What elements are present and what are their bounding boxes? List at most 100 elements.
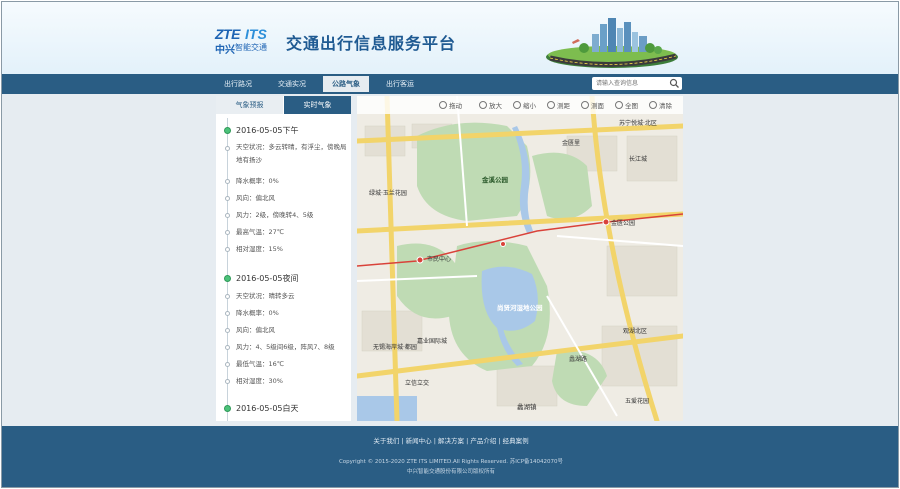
relative-humidity: 相对湿度：30% (236, 377, 283, 385)
map-label: 金匮公园 (611, 220, 636, 227)
map-label: 蠡湖镇 (517, 403, 537, 411)
wind-direction: 风向：偏北风 (236, 194, 275, 202)
timeline-marker (225, 345, 230, 350)
timeline-marker (225, 247, 230, 252)
wind-direction: 风向：偏北风 (236, 326, 275, 334)
wind-force: 风力：4、5级间6级，阵风7、8级 (236, 343, 335, 351)
forecast-date: 2016-05-05夜间 (236, 274, 299, 283)
ruler-icon (547, 101, 555, 109)
zoom-in-icon (479, 101, 487, 109)
timeline-dot (224, 127, 231, 134)
timeline-marker (225, 362, 230, 367)
timeline-marker (225, 196, 230, 201)
tool-zoom-in[interactable]: 放大 (479, 100, 502, 110)
zoom-out-icon (513, 101, 521, 109)
map-toolbar: 拖动 放大 缩小 测距 测面 全图 清除 (357, 96, 683, 114)
weather-panel: 气象预报 实时气象 2016-05-05下午 天空状况：多云转晴，有浮尘，傍晚局… (216, 96, 351, 421)
map-label: 金匮里 (562, 140, 581, 147)
tab-realtime-weather[interactable]: 实时气象 (284, 96, 351, 114)
tool-measure-area[interactable]: 测面 (581, 100, 604, 110)
copyright-text: Copyright © 2015-2020 ZTE ITS LIMITED.Al… (338, 459, 564, 465)
footer-links: 关于我们 | 新闻中心 | 解决方案 | 产品介绍 | 经典案例 (2, 435, 898, 445)
map-label: 嘉业国际城 (417, 338, 448, 345)
precipitation: 降水概率：0% (236, 309, 279, 317)
tool-clear-label: 清除 (659, 102, 672, 110)
relative-humidity: 相对湿度：15% (236, 245, 283, 253)
timeline-marker (225, 230, 230, 235)
map-label: 长江城 (629, 156, 648, 163)
nav-item-travel-conditions[interactable]: 出行路况 (215, 76, 261, 92)
map-label: 立信立交 (405, 380, 430, 387)
logo-cn-text: 中兴 (215, 45, 235, 56)
wind-force: 风力：2级，傍晚转4、5级 (236, 211, 314, 219)
logo-zte-text: ZTE (215, 26, 240, 42)
tab-weather-forecast[interactable]: 气象预报 (216, 96, 283, 114)
tool-pan[interactable]: 拖动 (439, 100, 462, 110)
search-box (592, 77, 682, 90)
map-view[interactable]: 金溪公园 绿城·玉兰花园 市民中心 尚贤河湿地公园 嘉业国际城 无锡海岸城·都园… (357, 96, 683, 421)
weather-tabs: 气象预报 实时气象 (216, 96, 351, 114)
tool-zoom-out[interactable]: 缩小 (513, 100, 536, 110)
logo-its-text: ITS (245, 26, 267, 42)
nav-item-road-weather[interactable]: 公路气象 (323, 76, 369, 92)
footer-link-about[interactable]: 关于我们 (373, 437, 399, 445)
timeline-marker (225, 213, 230, 218)
search-input[interactable] (596, 77, 668, 90)
city-skyline-illustration (546, 18, 678, 68)
sky-condition: 天空状况：多云转晴，有浮尘，傍晚局地有扬沙 (236, 143, 347, 164)
tool-pan-label: 拖动 (449, 102, 462, 110)
map-label: 市民中心 (427, 256, 452, 263)
footer-link-cases[interactable]: 经典案例 (503, 437, 529, 445)
footer-link-news[interactable]: 新闻中心 (406, 437, 432, 445)
company-text: 中兴智能交通股份有限公司版权所有 (406, 469, 495, 475)
max-temperature: 最高气温：27℃ (236, 228, 285, 236)
timeline-line (227, 118, 228, 421)
area-icon (581, 101, 589, 109)
tool-measure-area-label: 测面 (591, 102, 604, 110)
main-nav: 出行路况 交通实况 公路气象 出行客运 (2, 74, 898, 94)
forecast-date: 2016-05-05白天 (236, 404, 299, 413)
pan-icon (439, 101, 447, 109)
eraser-icon (649, 101, 657, 109)
map-label: 观湖北区 (623, 328, 648, 335)
timeline-dot (224, 275, 231, 282)
timeline-marker (225, 379, 230, 384)
globe-icon (615, 101, 623, 109)
tool-full-extent[interactable]: 全图 (615, 100, 638, 110)
forecast-date: 2016-05-05下午 (236, 126, 299, 135)
timeline-marker (225, 146, 230, 151)
map-canvas[interactable] (357, 96, 683, 421)
tool-measure-distance[interactable]: 测距 (547, 100, 570, 110)
site-title: 交通出行信息服务平台 (286, 34, 457, 53)
tool-zoom-out-label: 缩小 (523, 102, 536, 110)
logo-cn-sub-text: 智能交通 (235, 43, 267, 52)
zte-logo[interactable]: ZTE ITS 中兴 智能交通 (215, 26, 275, 56)
footer: 关于我们 | 新闻中心 | 解决方案 | 产品介绍 | 经典案例 Copyrig… (2, 426, 898, 487)
footer-link-solutions[interactable]: 解决方案 (438, 437, 464, 445)
timeline-marker (225, 311, 230, 316)
sky-condition: 天空状况：晴转多云 (236, 292, 295, 300)
tool-clear[interactable]: 清除 (649, 100, 672, 110)
nav-item-passenger-transport[interactable]: 出行客运 (377, 76, 423, 92)
timeline-marker (225, 179, 230, 184)
precipitation: 降水概率：0% (236, 177, 279, 185)
map-label: 五爱花园 (625, 398, 650, 405)
tool-zoom-in-label: 放大 (489, 102, 502, 110)
footer-link-products[interactable]: 产品介绍 (470, 437, 496, 445)
timeline-marker (225, 294, 230, 299)
map-label: 无锡海岸城·都园 (373, 344, 417, 351)
map-label: 苏宁悦城·北区 (619, 120, 657, 127)
map-label: 蠡湖路 (569, 356, 588, 363)
tool-measure-distance-label: 测距 (557, 102, 570, 110)
header: ZTE ITS 中兴 智能交通 交通出行信息服务平台 (2, 2, 898, 74)
nav-item-live-traffic[interactable]: 交通实况 (269, 76, 315, 92)
tool-full-extent-label: 全图 (625, 102, 638, 110)
search-icon[interactable] (669, 78, 680, 89)
browser-frame: ZTE ITS 中兴 智能交通 交通出行信息服务平台 出行路况 交通实况 公路气… (1, 1, 899, 488)
timeline-marker (225, 328, 230, 333)
map-label: 绿城·玉兰花园 (369, 190, 407, 197)
min-temperature: 最低气温：16℃ (236, 360, 285, 368)
map-label: 金溪公园 (482, 176, 508, 184)
map-label: 尚贤河湿地公园 (497, 304, 543, 312)
timeline-dot (224, 405, 231, 412)
